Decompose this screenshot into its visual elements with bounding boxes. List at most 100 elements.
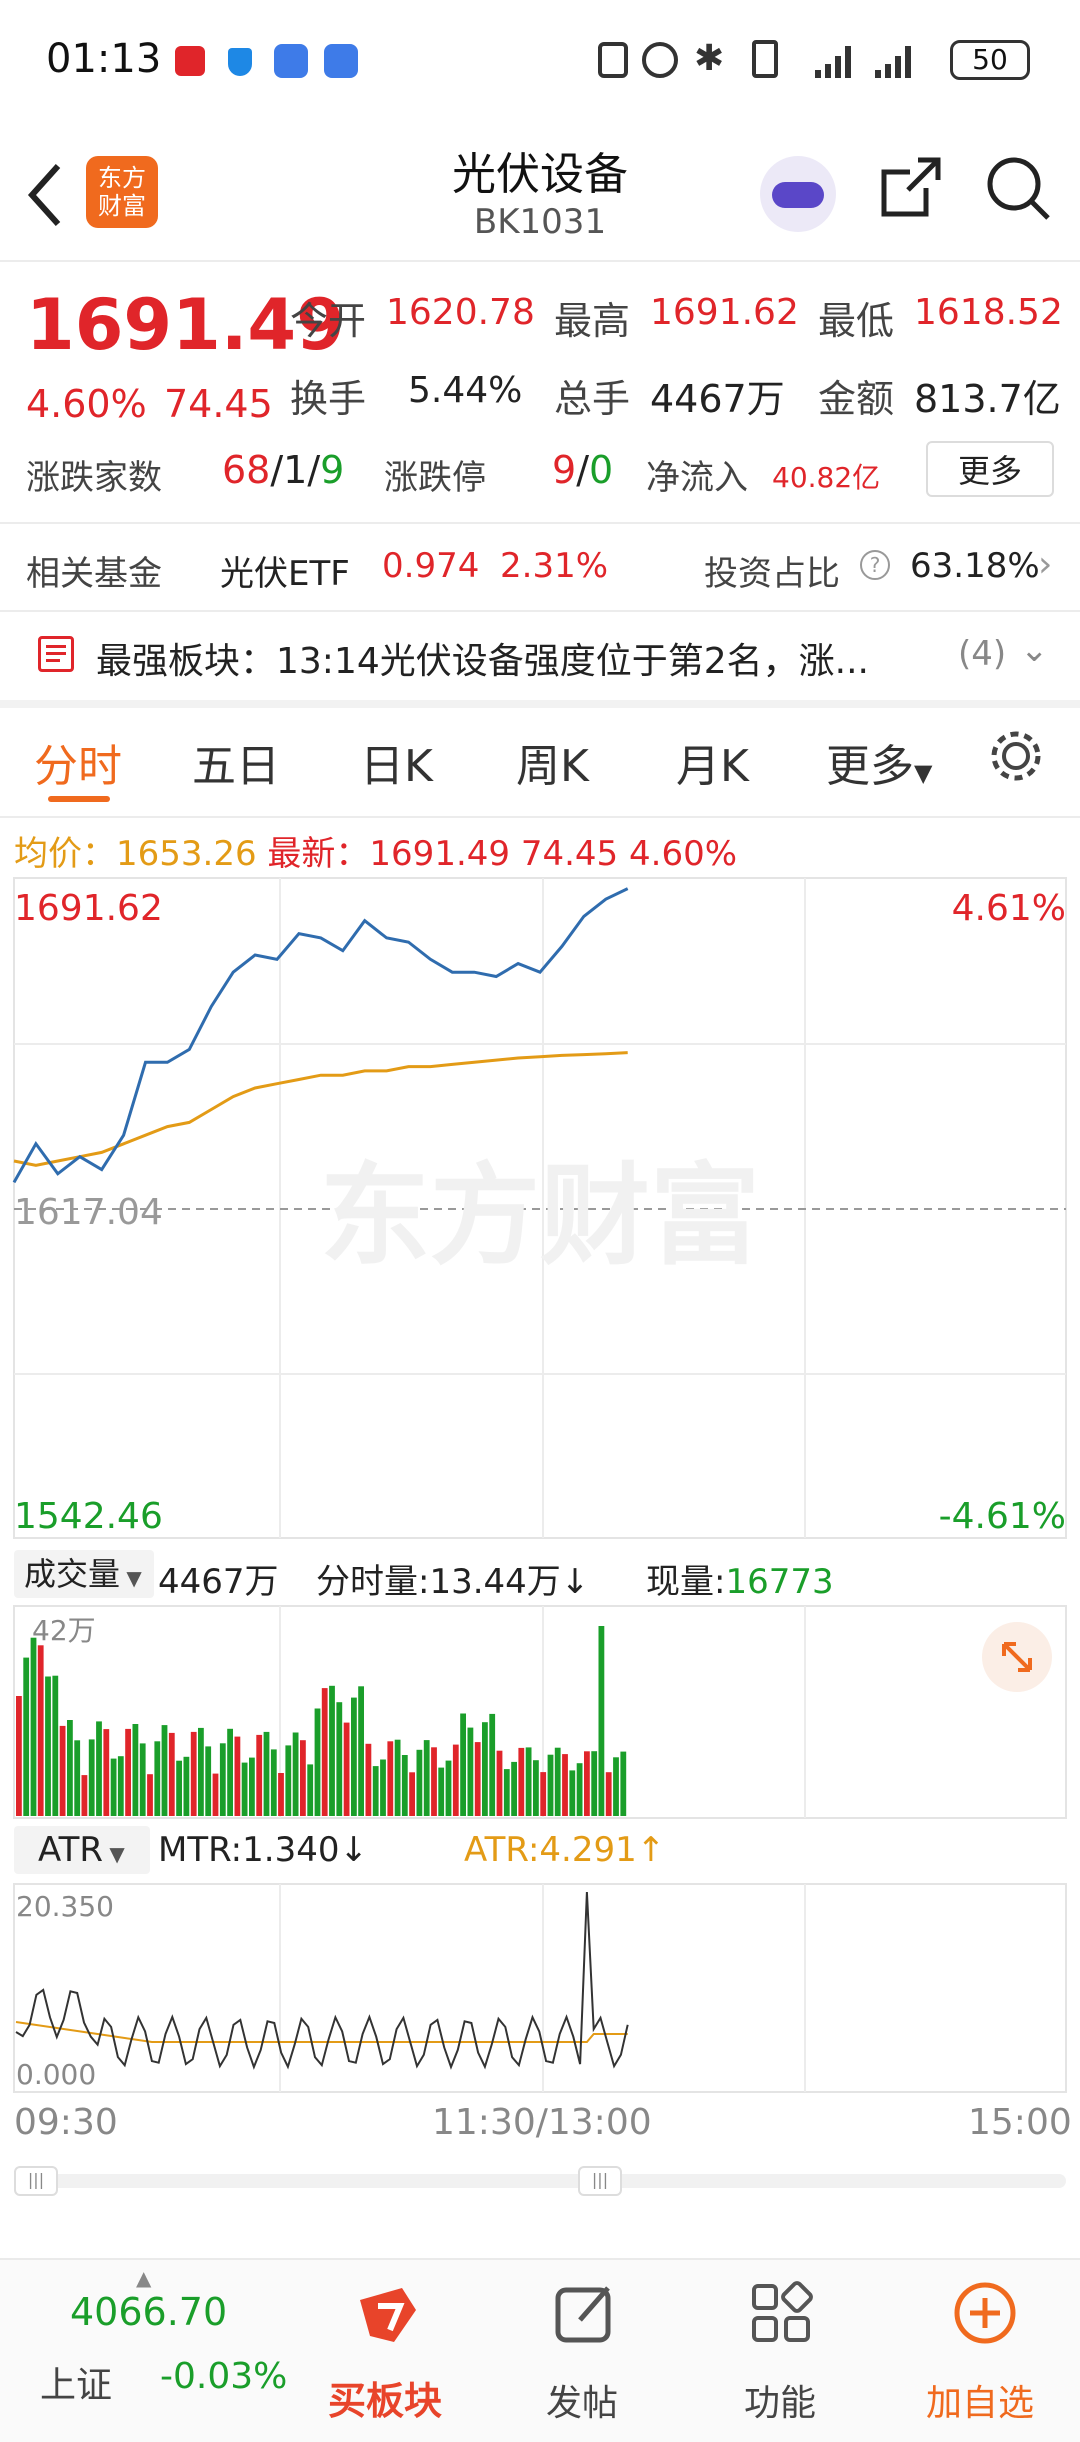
period-volume-label: 分时量: [316,1562,430,1602]
robot-assistant-icon[interactable] [760,156,836,232]
current-volume: 现量:16773 [646,1554,834,1603]
volume-bar [67,1720,73,1816]
volume-bar [533,1760,539,1816]
volume-bar [234,1736,241,1816]
last-percent: 4.60% [629,834,738,874]
last-change: 74.45 [520,834,619,874]
volume-select[interactable]: 成交量 ▼ [14,1550,154,1598]
buy-sector-button[interactable]: 买板块 [322,2276,452,2426]
range-handle-right[interactable]: ||| [578,2166,622,2196]
shield-icon [228,48,252,76]
index-value[interactable]: 4066.70 [70,2290,227,2334]
fund-name[interactable]: 光伏ETF [220,546,350,595]
tab-timeshare[interactable]: 分时 [34,730,122,794]
volume-bar [249,1757,255,1816]
atr-select-label: ATR [38,1830,104,1870]
tab-more[interactable]: 更多▼ [826,730,932,794]
volume-bar [387,1741,394,1816]
page-title: 光伏设备 [452,149,628,200]
chevron-down-icon[interactable]: ⌄ [1020,630,1049,670]
function-label: 功能 [744,2383,817,2424]
volume-bar [307,1764,314,1816]
flat-count: 1 [283,448,308,492]
volume-bar [176,1760,182,1816]
volume-bar [336,1702,343,1816]
time-mid-label: 11:30/13:00 [432,2102,652,2143]
chevron-right-icon[interactable]: › [1038,544,1052,585]
volume-bar [256,1734,263,1816]
arrow-up-icon: ↑ [636,1830,666,1870]
volume-bar [52,1675,59,1816]
turnover-label: 换手 [290,377,367,421]
logo-text-2: 财富 [98,192,146,220]
expand-icon[interactable] [982,1622,1052,1692]
bluetooth-icon: ✱ [694,38,725,79]
volume-bar [416,1749,423,1816]
help-icon[interactable]: ? [860,550,890,580]
volume-chart[interactable]: 42万 [0,1604,1080,1820]
search-icon[interactable] [984,154,1054,224]
volume-bar [74,1740,81,1816]
volume-bar [125,1728,131,1816]
atr-label: ATR: [464,1830,540,1870]
avg-label: 均价： [14,834,116,874]
atr-bottom-label: 0.000 [16,2058,96,2091]
volume-value: 4467万 [650,377,785,421]
tab-weekly-k[interactable]: 周K [516,730,589,794]
fund-label: 相关基金 [26,554,162,594]
volume-bar [183,1756,190,1816]
volume-bar [285,1745,292,1816]
share-icon[interactable] [878,154,944,220]
tab-monthly-k[interactable]: 月K [676,730,749,794]
range-handle-left[interactable]: ||| [14,2166,58,2196]
volume-bar [227,1728,233,1816]
volume-bar [351,1697,357,1816]
volume-select-label: 成交量 [24,1555,121,1593]
mtr-label: MTR: [158,1830,243,1870]
atr-chart[interactable]: 20.350 0.000 [0,1882,1080,2094]
netflow-value: 40.82亿 [772,461,881,494]
volume-scale-label: 42万 [32,1614,96,1647]
caret-down-icon: ▼ [103,1842,125,1866]
volume-bar [168,1732,175,1816]
volume-bar [591,1751,598,1816]
vibrate-icon [752,40,778,78]
volume-bar [467,1727,474,1816]
function-button[interactable]: 功能 [726,2276,836,2426]
volume-bar [198,1727,204,1816]
tab-five-day[interactable]: 五日 [192,730,280,794]
news-icon [38,636,74,672]
settings-gear-icon[interactable] [988,728,1044,784]
tab-daily-k[interactable]: 日K [360,730,433,794]
volume-bar [37,1645,44,1816]
volume-bar [147,1774,153,1816]
volume-bar [205,1746,212,1816]
volume-bar [263,1731,270,1816]
volume-bar [460,1713,466,1816]
atr-select[interactable]: ATR ▼ [14,1826,150,1874]
news-text[interactable]: 最强板块：13:14光伏设备强度位于第2名，涨... [96,632,869,684]
change-percent: 4.60% [26,382,147,426]
watermark: 东方财富 [320,1152,760,1280]
volume-bar [372,1766,379,1816]
volume-bar [518,1747,525,1816]
more-quote-button[interactable]: 更多 [926,441,1054,497]
news-count: (4) [958,634,1007,674]
current-volume-label: 现量: [646,1562,726,1602]
post-button[interactable]: 发帖 [530,2276,640,2426]
timeshare-chart[interactable]: 东方财富 1691.62 4.61% 1617.04 1542.46 -4.61… [0,874,1080,1544]
back-arrow-icon[interactable] [24,160,64,230]
index-name[interactable]: 上证 [40,2356,112,2408]
volume-bar [88,1739,95,1816]
divider [0,610,1080,612]
add-watchlist-button[interactable]: 加自选 [916,2276,1056,2426]
volume-bar [154,1741,161,1816]
volume-bar [511,1761,517,1816]
volume-bar [540,1772,547,1816]
index-change[interactable]: -0.03% [160,2356,287,2397]
volume-bar [489,1713,496,1816]
period-volume-value: 13.44万 [429,1562,561,1602]
open-label: 今开 [290,299,367,343]
caret-up-icon: ▲ [136,2266,152,2290]
volume-bar [45,1676,51,1816]
